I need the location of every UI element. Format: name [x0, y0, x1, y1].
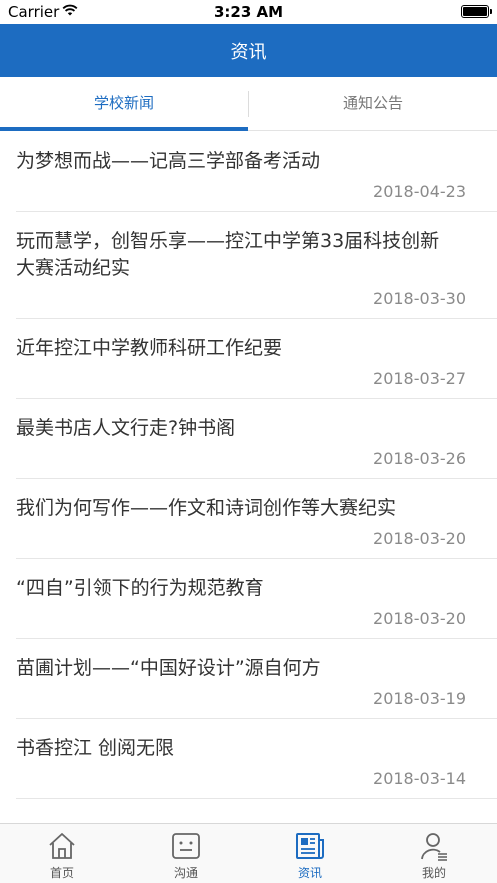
- tabbar-label-chat: 沟通: [173, 866, 198, 880]
- profile-icon: [421, 833, 447, 861]
- battery-icon: [461, 5, 492, 18]
- news-list[interactable]: 为梦想而战——记高三学部备考活动 2018-04-23 玩而慧学，创智乐享——控…: [0, 132, 497, 823]
- segment-tabs: 学校新闻 通知公告: [0, 77, 497, 131]
- bottom-tab-bar: 首页 沟通 资讯 我的: [0, 823, 497, 883]
- home-icon: [49, 833, 75, 859]
- tabbar-label-news: 资讯: [297, 866, 322, 880]
- list-item[interactable]: 近年控江中学教师科研工作纪要 2018-03-27: [16, 319, 497, 399]
- news-date: 2018-03-26: [373, 449, 466, 468]
- news-title: 最美书店人文行走?钟书阁: [16, 417, 236, 439]
- list-item[interactable]: 为梦想而战——记高三学部备考活动 2018-04-23: [16, 132, 497, 212]
- tabbar-item-home[interactable]: 首页: [0, 824, 124, 883]
- tabbar-item-news[interactable]: 资讯: [248, 824, 372, 883]
- status-time: 3:23 AM: [213, 3, 284, 21]
- news-title: 玩而慧学，创智乐享——控江中学第33届科技创新大赛活动纪实: [16, 230, 440, 279]
- news-title: 为梦想而战——记高三学部备考活动: [16, 150, 321, 172]
- news-title: 书香控江 创阅无限: [16, 737, 175, 759]
- news-date: 2018-03-20: [373, 529, 466, 548]
- navigation-bar: 资讯: [0, 24, 497, 77]
- news-date: 2018-03-20: [373, 609, 466, 628]
- news-date: 2018-03-27: [373, 369, 466, 388]
- news-date: 2018-03-14: [373, 769, 466, 788]
- page-title: 资讯: [230, 42, 267, 63]
- chat-icon: [172, 833, 200, 859]
- list-item[interactable]: 苗圃计划——“中国好设计”源自何方 2018-03-19: [16, 639, 497, 719]
- list-item[interactable]: 最美书店人文行走?钟书阁 2018-03-26: [16, 399, 497, 479]
- news-title: 近年控江中学教师科研工作纪要: [16, 337, 283, 359]
- news-date: 2018-04-23: [373, 182, 466, 201]
- active-tab-indicator: [0, 127, 248, 131]
- tabbar-item-chat[interactable]: 沟通: [124, 824, 248, 883]
- news-title: 苗圃计划——“中国好设计”源自何方: [16, 657, 321, 679]
- tab-school-news[interactable]: 学校新闻: [0, 77, 248, 131]
- status-bar: Carrier 3:23 AM: [0, 0, 497, 24]
- news-title: “四自”引领下的行为规范教育: [16, 577, 264, 599]
- news-icon: [296, 833, 324, 859]
- news-date: 2018-03-19: [373, 689, 466, 708]
- tabbar-item-profile[interactable]: 我的: [372, 824, 496, 883]
- tabbar-label-profile: 我的: [421, 866, 446, 880]
- list-item[interactable]: 我们为何写作——作文和诗词创作等大赛纪实 2018-03-20: [16, 479, 497, 559]
- tabbar-label-home: 首页: [49, 866, 74, 880]
- news-date: 2018-03-30: [373, 289, 466, 308]
- tab-notices[interactable]: 通知公告: [249, 77, 497, 131]
- list-item[interactable]: 玩而慧学，创智乐享——控江中学第33届科技创新大赛活动纪实 2018-03-30: [16, 212, 497, 319]
- news-title: 我们为何写作——作文和诗词创作等大赛纪实: [16, 497, 397, 519]
- list-item[interactable]: “四自”引领下的行为规范教育 2018-03-20: [16, 559, 497, 639]
- list-item[interactable]: 书香控江 创阅无限 2018-03-14: [16, 719, 497, 799]
